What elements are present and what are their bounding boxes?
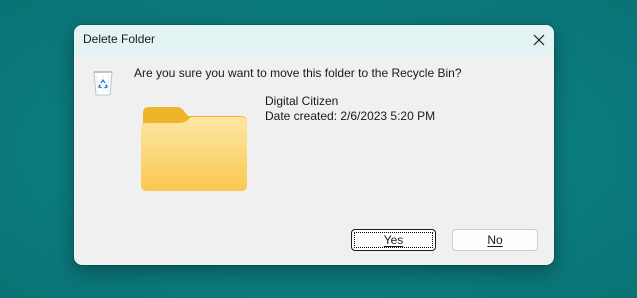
yes-button-label: Yes: [383, 233, 404, 247]
desktop-background: Delete Folder Are you sure you want to m…: [0, 0, 637, 298]
item-name: Digital Citizen: [265, 94, 339, 108]
folder-icon: [141, 107, 247, 191]
close-button[interactable]: [524, 25, 554, 55]
close-icon: [533, 34, 545, 46]
delete-folder-dialog: Delete Folder Are you sure you want to m…: [74, 25, 554, 265]
item-date-created: Date created: 2/6/2023 5:20 PM: [265, 109, 436, 123]
recycle-bin-icon: [93, 71, 113, 96]
yes-button[interactable]: Yes: [351, 229, 436, 251]
dialog-title: Delete Folder: [83, 32, 156, 46]
title-bar: Delete Folder: [74, 25, 554, 55]
confirm-question: Are you sure you want to move this folde…: [134, 66, 462, 80]
no-button[interactable]: No: [452, 229, 538, 251]
item-info: Digital Citizen Date created: 2/6/2023 5…: [265, 94, 435, 124]
no-button-label: No: [487, 233, 503, 247]
